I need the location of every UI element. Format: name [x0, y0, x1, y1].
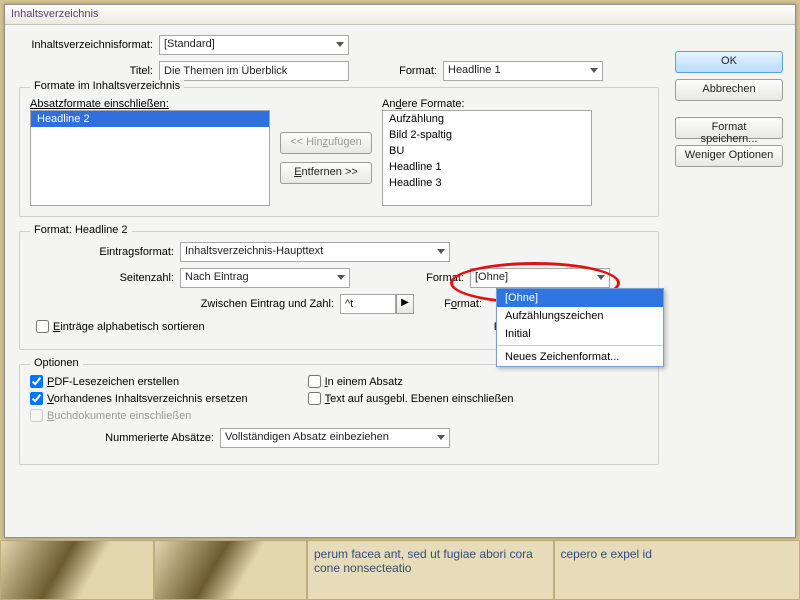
book-docs-checkbox — [30, 409, 43, 422]
bg-text-2: cepero e expel id — [554, 540, 800, 600]
page-number-label: Seitenzahl: — [30, 272, 180, 284]
other-formats-list[interactable]: Aufzählung Bild 2-spaltig BU Headline 1 … — [382, 110, 592, 206]
list-item[interactable]: Headline 1 — [383, 159, 591, 175]
dropdown-option[interactable]: Initial — [497, 325, 663, 343]
add-button: << << HinzufügenHinzufügen — [280, 132, 372, 154]
list-item[interactable]: BU — [383, 143, 591, 159]
between-format-label: Format: — [424, 298, 488, 310]
dialog-button-column: OK Abbrechen Format speichern... Weniger… — [675, 51, 785, 167]
formats-group: Formate im Inhaltsverzeichnis Absatzform… — [19, 87, 659, 217]
list-item[interactable]: Headline 3 — [383, 175, 591, 191]
between-input[interactable] — [340, 294, 396, 314]
dialog-title: Inhaltsverzeichnis — [5, 5, 795, 25]
entry-format-group: Format: Headline 2 Eintragsformat: Inhal… — [19, 231, 659, 350]
dropdown-option[interactable]: [Ohne] — [497, 289, 663, 307]
background-document-strip: perum facea ant, sed ut fugiae abori cor… — [0, 540, 800, 600]
formats-legend: Formate im Inhaltsverzeichnis — [30, 80, 184, 92]
one-paragraph-label: In einem Absatz — [325, 376, 403, 388]
page-number-combo[interactable]: Nach Eintrag — [180, 268, 350, 288]
numbered-paragraphs-label: Nummerierte Absätze: — [30, 432, 220, 444]
options-legend: Optionen — [30, 357, 83, 369]
ok-button[interactable]: OK — [675, 51, 783, 73]
save-format-button[interactable]: Format speichern... — [675, 117, 783, 139]
pdf-bookmarks-label: PDF-Lesezeichen erstellen — [47, 376, 179, 388]
replace-toc-label: Vorhandenes Inhaltsverzeichnis ersetzen — [47, 393, 248, 405]
between-flyout-button[interactable]: ▶ — [396, 294, 414, 314]
hidden-layers-label: Text auf ausgebl. Ebenen einschließen — [325, 393, 514, 405]
remove-button[interactable]: Entfernen >> — [280, 162, 372, 184]
replace-toc-checkbox[interactable] — [30, 392, 43, 405]
title-label: Titel: — [19, 65, 159, 77]
cancel-button[interactable]: Abbrechen — [675, 79, 783, 101]
page-number-format-combo[interactable]: [Ohne] — [470, 268, 610, 288]
between-label: Zwischen Eintrag und Zahl: — [30, 298, 340, 310]
entry-format-label: Eintragsformat: — [30, 246, 180, 258]
sort-alphabetically-label: Einträge alphabetisch sortieren — [53, 321, 205, 333]
toc-format-combo[interactable]: [Standard] — [159, 35, 349, 55]
toc-format-label: Inhaltsverzeichnisformat: — [19, 39, 159, 51]
hidden-layers-checkbox[interactable] — [308, 392, 321, 405]
options-group: Optionen PDF-Lesezeichen erstellen Vorha… — [19, 364, 659, 465]
sort-checkbox-row: Einträge alphabetisch sortieren — [36, 320, 205, 333]
char-format-dropdown[interactable]: [Ohne] Aufzählungszeichen Initial Neues … — [496, 288, 664, 367]
included-formats-list[interactable]: Headline 2 — [30, 110, 270, 206]
fewer-options-button[interactable]: Weniger Optionen — [675, 145, 783, 167]
list-item[interactable]: Headline 2 — [31, 111, 269, 127]
sort-alphabetically-checkbox[interactable] — [36, 320, 49, 333]
dropdown-option[interactable]: Aufzählungszeichen — [497, 307, 663, 325]
other-formats-label: Andere Formate: — [382, 98, 592, 110]
entry-format-combo[interactable]: Inhaltsverzeichnis-Haupttext — [180, 242, 450, 262]
title-input[interactable] — [159, 61, 349, 81]
entry-format-legend: Format: Headline 2 — [30, 224, 132, 236]
bg-text-1: perum facea ant, sed ut fugiae abori cor… — [307, 540, 554, 600]
one-paragraph-checkbox[interactable] — [308, 375, 321, 388]
title-format-combo[interactable]: Headline 1 — [443, 61, 603, 81]
include-formats-label: Absatzformate einschließen: — [30, 98, 270, 110]
title-format-label: Format: — [373, 65, 443, 77]
dropdown-separator — [497, 345, 663, 346]
page-number-format-label: Format: — [360, 272, 470, 284]
bg-photo-2 — [154, 540, 308, 600]
list-item[interactable]: Aufzählung — [383, 111, 591, 127]
pdf-bookmarks-checkbox[interactable] — [30, 375, 43, 388]
bg-photo-1 — [0, 540, 154, 600]
book-docs-label: Buchdokumente einschließen — [47, 410, 191, 422]
list-item[interactable]: Bild 2-spaltig — [383, 127, 591, 143]
numbered-paragraphs-combo[interactable]: Vollständigen Absatz einbeziehen — [220, 428, 450, 448]
toc-dialog: Inhaltsverzeichnis OK Abbrechen Format s… — [4, 4, 796, 538]
dropdown-new-format[interactable]: Neues Zeichenformat... — [497, 348, 663, 366]
